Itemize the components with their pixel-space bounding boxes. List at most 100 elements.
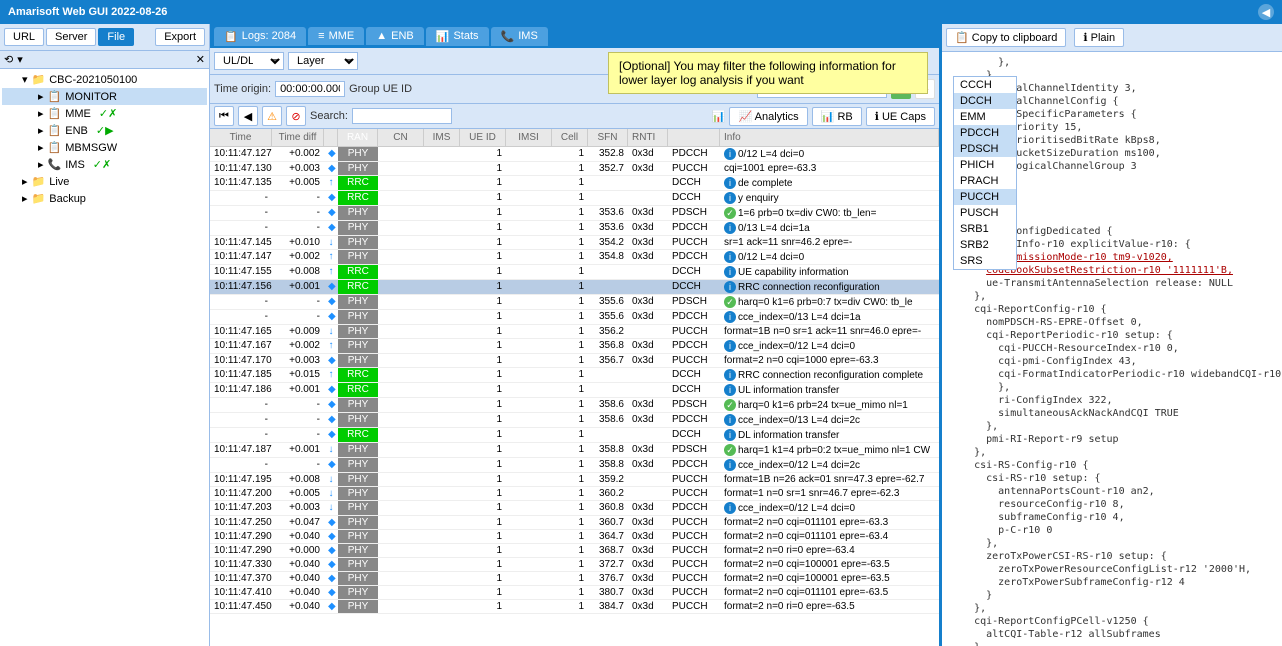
table-row[interactable]: --◆PHY11355.60x3dPDCCHicce_index=0/13 L=…	[210, 310, 939, 325]
dropdown-item[interactable]: SRB2	[954, 237, 1016, 253]
table-row[interactable]: 10:11:47.167+0.002↑PHY11356.80x3dPDCCHic…	[210, 339, 939, 354]
expand-icon[interactable]: ▾	[17, 53, 23, 66]
table-row[interactable]: 10:11:47.130+0.003◆PHY11352.70x3dPUCCHcq…	[210, 162, 939, 176]
dropdown-item[interactable]: PUSCH	[954, 205, 1016, 221]
refresh-icon[interactable]: ⟲	[4, 53, 13, 66]
table-row[interactable]: --◆RRC11DCCHiy enquiry	[210, 191, 939, 206]
error-icon[interactable]: ⊘	[286, 106, 306, 126]
col-header[interactable]: SFN	[588, 129, 628, 146]
table-row[interactable]: 10:11:47.145+0.010↓PHY11354.20x3dPUCCHsr…	[210, 236, 939, 250]
tree-item-monitor[interactable]: ▸📋MONITOR	[2, 88, 207, 105]
col-header[interactable]: IMSI	[506, 129, 552, 146]
tree: ▾📁CBC-2021050100▸📋MONITOR▸📋MME✓✗▸📋ENB✓▶▸…	[0, 69, 209, 646]
col-header[interactable]: UE ID	[460, 129, 506, 146]
filter-tooltip: [Optional] You may filter the following …	[608, 52, 928, 94]
search-label: Search:	[310, 110, 348, 122]
table-row[interactable]: 10:11:47.135+0.005↑RRC11DCCHide complete	[210, 176, 939, 191]
dropdown-item[interactable]: PDSCH	[954, 141, 1016, 157]
tab-logs-[interactable]: 📋Logs: 2084	[214, 27, 306, 46]
plain-button[interactable]: ℹ Plain	[1074, 28, 1124, 47]
table-row[interactable]: 10:11:47.200+0.005↓PHY11360.2PUCCHformat…	[210, 487, 939, 501]
server-button[interactable]: Server	[46, 28, 96, 46]
collapse-left-icon[interactable]: ◀	[1258, 4, 1274, 20]
col-header[interactable]: IMS	[424, 129, 460, 146]
tab-stats[interactable]: 📊Stats	[426, 27, 489, 46]
table-row[interactable]: --◆PHY11353.60x3dPDCCHi0/13 L=4 dci=1a	[210, 221, 939, 236]
layer-select[interactable]: Layer	[288, 52, 358, 70]
col-header[interactable]	[668, 129, 720, 146]
tree-item-backup[interactable]: ▸📁Backup	[2, 190, 207, 207]
table-row[interactable]: 10:11:47.370+0.040◆PHY11376.70x3dPUCCHfo…	[210, 572, 939, 586]
table-row[interactable]: 10:11:47.203+0.003↓PHY11360.80x3dPDCCHic…	[210, 501, 939, 516]
table-row[interactable]: 10:11:47.250+0.047◆PHY11360.70x3dPUCCHfo…	[210, 516, 939, 530]
channel-dropdown[interactable]: CCCHDCCHEMMPDCCHPDSCHPHICHPRACHPUCCHPUSC…	[953, 76, 1017, 270]
nav-first-icon[interactable]: ⏮	[214, 106, 234, 126]
uecaps-button[interactable]: ℹ UE Caps	[866, 107, 935, 126]
dropdown-item[interactable]: EMM	[954, 109, 1016, 125]
table-row[interactable]: 10:11:47.410+0.040◆PHY11380.70x3dPUCCHfo…	[210, 586, 939, 600]
col-header[interactable]: CN	[378, 129, 424, 146]
tree-item-cbc-2021050100[interactable]: ▾📁CBC-2021050100	[2, 71, 207, 88]
tree-item-enb[interactable]: ▸📋ENB✓▶	[2, 122, 207, 139]
dropdown-item[interactable]: CCCH	[954, 77, 1016, 93]
export-button[interactable]: Export	[155, 28, 205, 46]
table-row[interactable]: --◆RRC11DCCHiDL information transfer	[210, 428, 939, 443]
tree-item-mme[interactable]: ▸📋MME✓✗	[2, 105, 207, 122]
dropdown-item[interactable]: SRS	[954, 253, 1016, 269]
log-grid: TimeTime diff RANCNIMSUE IDIMSICellSFNRNT…	[210, 129, 939, 646]
col-header[interactable]: Time diff	[272, 129, 324, 146]
dropdown-item[interactable]: PRACH	[954, 173, 1016, 189]
tree-item-mbmsgw[interactable]: ▸📋MBMSGW	[2, 139, 207, 156]
tab-enb[interactable]: ▲ENB	[366, 27, 424, 45]
table-row[interactable]: 10:11:47.450+0.040◆PHY11384.70x3dPUCCHfo…	[210, 600, 939, 614]
col-header[interactable]	[324, 129, 338, 146]
table-row[interactable]: 10:11:47.155+0.008↑RRC11DCCHiUE capabili…	[210, 265, 939, 280]
file-button[interactable]: File	[98, 28, 134, 46]
chart-icon[interactable]: 📊	[712, 110, 726, 123]
app-title: Amarisoft Web GUI 2022-08-26	[8, 6, 1258, 18]
url-button[interactable]: URL	[4, 28, 44, 46]
col-header[interactable]: Cell	[552, 129, 588, 146]
analytics-button[interactable]: 📈 Analytics	[729, 107, 807, 126]
table-row[interactable]: 10:11:47.185+0.015↑RRC11DCCHiRRC connect…	[210, 368, 939, 383]
col-header[interactable]: Info	[720, 129, 939, 146]
warning-icon[interactable]: ⚠	[262, 106, 282, 126]
nav-back-icon[interactable]: ◀	[238, 106, 258, 126]
dropdown-item[interactable]: SRB1	[954, 221, 1016, 237]
table-row[interactable]: 10:11:47.330+0.040◆PHY11372.70x3dPUCCHfo…	[210, 558, 939, 572]
dropdown-item[interactable]: PUCCH	[954, 189, 1016, 205]
table-row[interactable]: 10:11:47.290+0.040◆PHY11364.70x3dPUCCHfo…	[210, 530, 939, 544]
search-input[interactable]	[352, 108, 452, 124]
time-origin-input[interactable]	[275, 81, 345, 97]
time-origin-label: Time origin:	[214, 83, 271, 95]
table-row[interactable]: --◆PHY11358.60x3dPDSCH✓harq=0 k1=6 prb=2…	[210, 398, 939, 413]
table-row[interactable]: 10:11:47.165+0.009↓PHY11356.2PUCCHformat…	[210, 325, 939, 339]
tab-ims[interactable]: 📞IMS	[491, 27, 548, 46]
table-row[interactable]: 10:11:47.195+0.008↓PHY11359.2PUCCHformat…	[210, 473, 939, 487]
dropdown-item[interactable]: PHICH	[954, 157, 1016, 173]
table-row[interactable]: 10:11:47.170+0.003◆PHY11356.70x3dPUCCHfo…	[210, 354, 939, 368]
rb-button[interactable]: 📊 RB	[812, 107, 862, 126]
tab-mme[interactable]: ≡MME	[308, 27, 364, 45]
col-header[interactable]: RNTI	[628, 129, 668, 146]
col-header[interactable]: Time	[210, 129, 272, 146]
tree-item-ims[interactable]: ▸📞IMS✓✗	[2, 156, 207, 173]
uldl-select[interactable]: UL/DL	[214, 52, 284, 70]
col-header[interactable]: RAN	[338, 129, 378, 146]
table-row[interactable]: 10:11:47.156+0.001◆RRC11DCCHiRRC connect…	[210, 280, 939, 295]
table-row[interactable]: 10:11:47.187+0.001↓PHY11358.80x3dPDSCH✓h…	[210, 443, 939, 458]
table-row[interactable]: 10:11:47.127+0.002◆PHY11352.80x3dPDCCHi0…	[210, 147, 939, 162]
copy-button[interactable]: 📋 Copy to clipboard	[946, 28, 1066, 47]
group-ue-label: Group UE ID	[349, 83, 412, 95]
table-row[interactable]: --◆PHY11353.60x3dPDSCH✓1=6 prb=0 tx=div …	[210, 206, 939, 221]
table-row[interactable]: --◆PHY11358.60x3dPDCCHicce_index=0/13 L=…	[210, 413, 939, 428]
table-row[interactable]: 10:11:47.290+0.000◆PHY11368.70x3dPUCCHfo…	[210, 544, 939, 558]
dropdown-item[interactable]: DCCH	[954, 93, 1016, 109]
tree-item-live[interactable]: ▸📁Live	[2, 173, 207, 190]
table-row[interactable]: --◆PHY11358.80x3dPDCCHicce_index=0/12 L=…	[210, 458, 939, 473]
table-row[interactable]: 10:11:47.147+0.002↑PHY11354.80x3dPDCCHi0…	[210, 250, 939, 265]
close-icon[interactable]: ✕	[196, 53, 205, 66]
table-row[interactable]: --◆PHY11355.60x3dPDSCH✓harq=0 k1=6 prb=0…	[210, 295, 939, 310]
dropdown-item[interactable]: PDCCH	[954, 125, 1016, 141]
table-row[interactable]: 10:11:47.186+0.001◆RRC11DCCHiUL informat…	[210, 383, 939, 398]
